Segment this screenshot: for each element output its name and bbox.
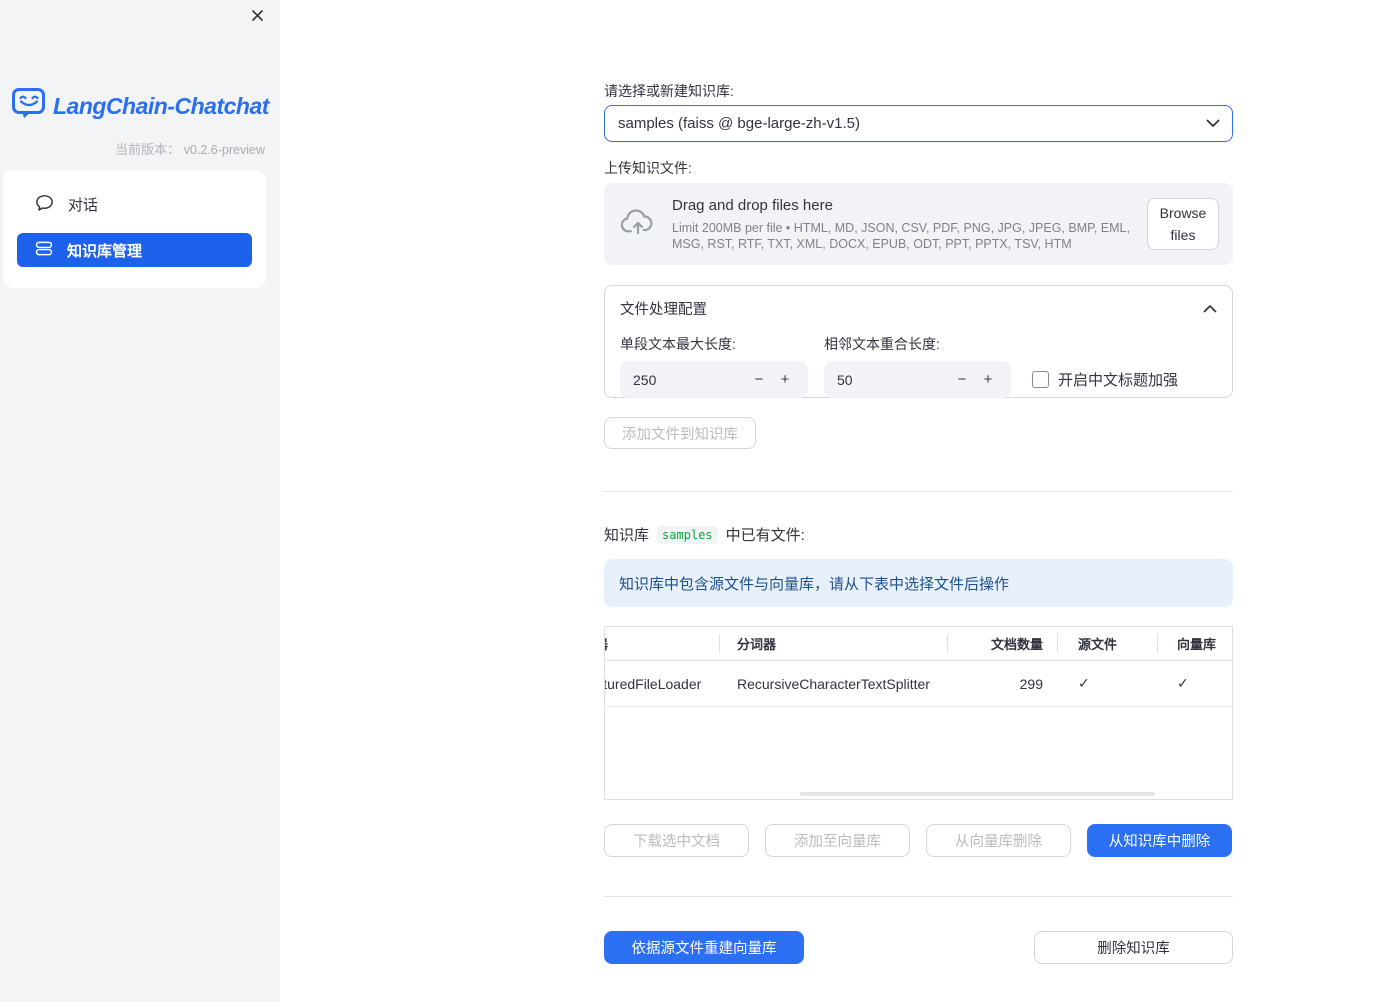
checkmark-icon: ✓: [1177, 675, 1189, 691]
chunk-size-increment-button[interactable]: +: [772, 371, 798, 388]
cell-splitter[interactable]: RecursiveCharacterTextSplitter: [720, 661, 948, 706]
download-selected-button[interactable]: 下载选中文档: [604, 824, 749, 857]
kb-line-prefix: 知识库: [604, 527, 650, 544]
sidebar: LangChain-Chatchat 当前版本： v0.2.6-preview …: [0, 0, 280, 1002]
chevron-down-icon: [1206, 115, 1220, 133]
column-header-splitter[interactable]: 分词器: [720, 627, 948, 660]
zh-title-enhance-label: 开启中文标题加强: [1058, 372, 1179, 389]
info-alert: 知识库中包含源文件与向量库，请从下表中选择文件后操作: [604, 559, 1233, 607]
divider: [604, 491, 1233, 492]
version-label: 当前版本：: [115, 142, 181, 157]
column-header-doc-count[interactable]: 文档数量: [948, 627, 1058, 660]
dropzone-limit-text: Limit 200MB per file • HTML, MD, JSON, C…: [672, 220, 1130, 251]
column-header-vector-store[interactable]: 向量库: [1158, 627, 1232, 660]
chunk-overlap-decrement-button[interactable]: −: [949, 371, 975, 388]
kb-selectbox[interactable]: samples (faiss @ bge-large-zh-v1.5): [604, 105, 1233, 142]
divider: [604, 896, 1233, 897]
sidebar-nav: 对话 知识库管理: [3, 170, 266, 288]
sidebar-item-label: 对话: [68, 197, 99, 214]
table-row[interactable]: UnstructuredFileLoader RecursiveCharacte…: [605, 661, 1232, 707]
app-logo: LangChain-Chatchat: [12, 88, 269, 124]
chunk-size-label: 单段文本最大长度:: [620, 336, 736, 352]
add-files-to-kb-button[interactable]: 添加文件到知识库: [604, 417, 756, 449]
file-config-labels: 单段文本最大长度: 相邻文本重合长度:: [620, 336, 1217, 353]
cell-vector-store-check[interactable]: ✓: [1158, 661, 1232, 706]
chunk-overlap-input[interactable]: 50 − +: [824, 361, 1011, 398]
browse-files-button[interactable]: Browse files: [1147, 198, 1219, 250]
chat-smiley-logo-icon: [12, 88, 46, 124]
chunk-size-decrement-button[interactable]: −: [746, 371, 772, 388]
rebuild-vector-store-button[interactable]: 依据源文件重建向量库: [604, 931, 804, 964]
file-config-title: 文件处理配置: [620, 302, 707, 318]
upload-label: 上传知识文件:: [604, 160, 692, 176]
kb-action-buttons: 依据源文件重建向量库 删除知识库: [604, 931, 1233, 964]
column-header-loader[interactable]: 文档加载器: [605, 627, 720, 660]
cloud-upload-icon: [620, 208, 656, 241]
sidebar-item-label: 知识库管理: [67, 242, 143, 260]
file-dropzone[interactable]: Drag and drop files here Limit 200MB per…: [604, 183, 1233, 265]
zh-title-enhance-checkbox[interactable]: 开启中文标题加强: [1032, 369, 1178, 390]
add-to-vector-store-button[interactable]: 添加至向量库: [765, 824, 910, 857]
chat-bubble-icon: [35, 194, 54, 216]
delete-from-vector-store-button[interactable]: 从向量库删除: [926, 824, 1071, 857]
kb-existing-files-line: 知识库 samples 中已有文件:: [604, 524, 1233, 545]
kb-select-label: 请选择或新建知识库:: [604, 83, 734, 99]
app-title: LangChain-Chatchat: [53, 92, 269, 119]
file-config-controls: 250 − + 50 − + 开启中文标题加强: [620, 361, 1217, 398]
chunk-overlap-label: 相邻文本重合长度:: [824, 336, 940, 352]
chunk-size-value: 250: [633, 371, 657, 388]
sidebar-item-dialogue[interactable]: 对话: [17, 188, 252, 221]
info-alert-text: 知识库中包含源文件与向量库，请从下表中选择文件后操作: [619, 575, 1010, 593]
sidebar-close-button[interactable]: [247, 8, 267, 28]
file-config-expander-header[interactable]: 文件处理配置: [620, 298, 1217, 319]
chunk-overlap-increment-button[interactable]: +: [975, 371, 1001, 388]
delete-from-kb-button[interactable]: 从知识库中删除: [1087, 824, 1232, 857]
table-horizontal-scrollbar[interactable]: [800, 792, 1155, 796]
file-action-buttons: 下载选中文档 添加至向量库 从向量库删除 从知识库中删除: [604, 824, 1233, 857]
close-icon: [250, 8, 265, 28]
sidebar-item-knowledge-base[interactable]: 知识库管理: [17, 233, 252, 267]
dropzone-title: Drag and drop files here: [672, 196, 833, 214]
kb-selectbox-value: samples (faiss @ bge-large-zh-v1.5): [618, 115, 860, 132]
kb-line-suffix: 中已有文件:: [725, 527, 805, 544]
kb-name-code: samples: [657, 525, 718, 544]
chunk-overlap-value: 50: [837, 371, 853, 388]
file-config-expander: 文件处理配置 单段文本最大长度: 相邻文本重合长度: 250 − + 50 − …: [604, 285, 1233, 398]
checkmark-icon: ✓: [1078, 675, 1090, 691]
kb-files-table[interactable]: 文档加载器 分词器 文档数量 源文件 向量库 UnstructuredFileL…: [604, 626, 1233, 800]
version-info: 当前版本： v0.2.6-preview: [115, 139, 265, 158]
cell-source-file-check[interactable]: ✓: [1058, 661, 1158, 706]
dropzone-text: Drag and drop files here Limit 200MB per…: [672, 197, 1147, 252]
cell-doc-count[interactable]: 299: [948, 661, 1058, 706]
chevron-up-icon: [1203, 300, 1217, 318]
checkbox-box[interactable]: [1032, 371, 1049, 388]
chunk-size-input[interactable]: 250 − +: [620, 361, 808, 398]
stacked-collection-icon: [35, 240, 53, 261]
column-header-source-file[interactable]: 源文件: [1058, 627, 1158, 660]
main-content: 请选择或新建知识库: samples (faiss @ bge-large-zh…: [604, 0, 1233, 964]
cell-loader[interactable]: UnstructuredFileLoader: [605, 661, 720, 706]
delete-kb-button[interactable]: 删除知识库: [1034, 931, 1233, 964]
table-header-row: 文档加载器 分词器 文档数量 源文件 向量库: [605, 627, 1232, 661]
version-value: v0.2.6-preview: [183, 143, 265, 157]
